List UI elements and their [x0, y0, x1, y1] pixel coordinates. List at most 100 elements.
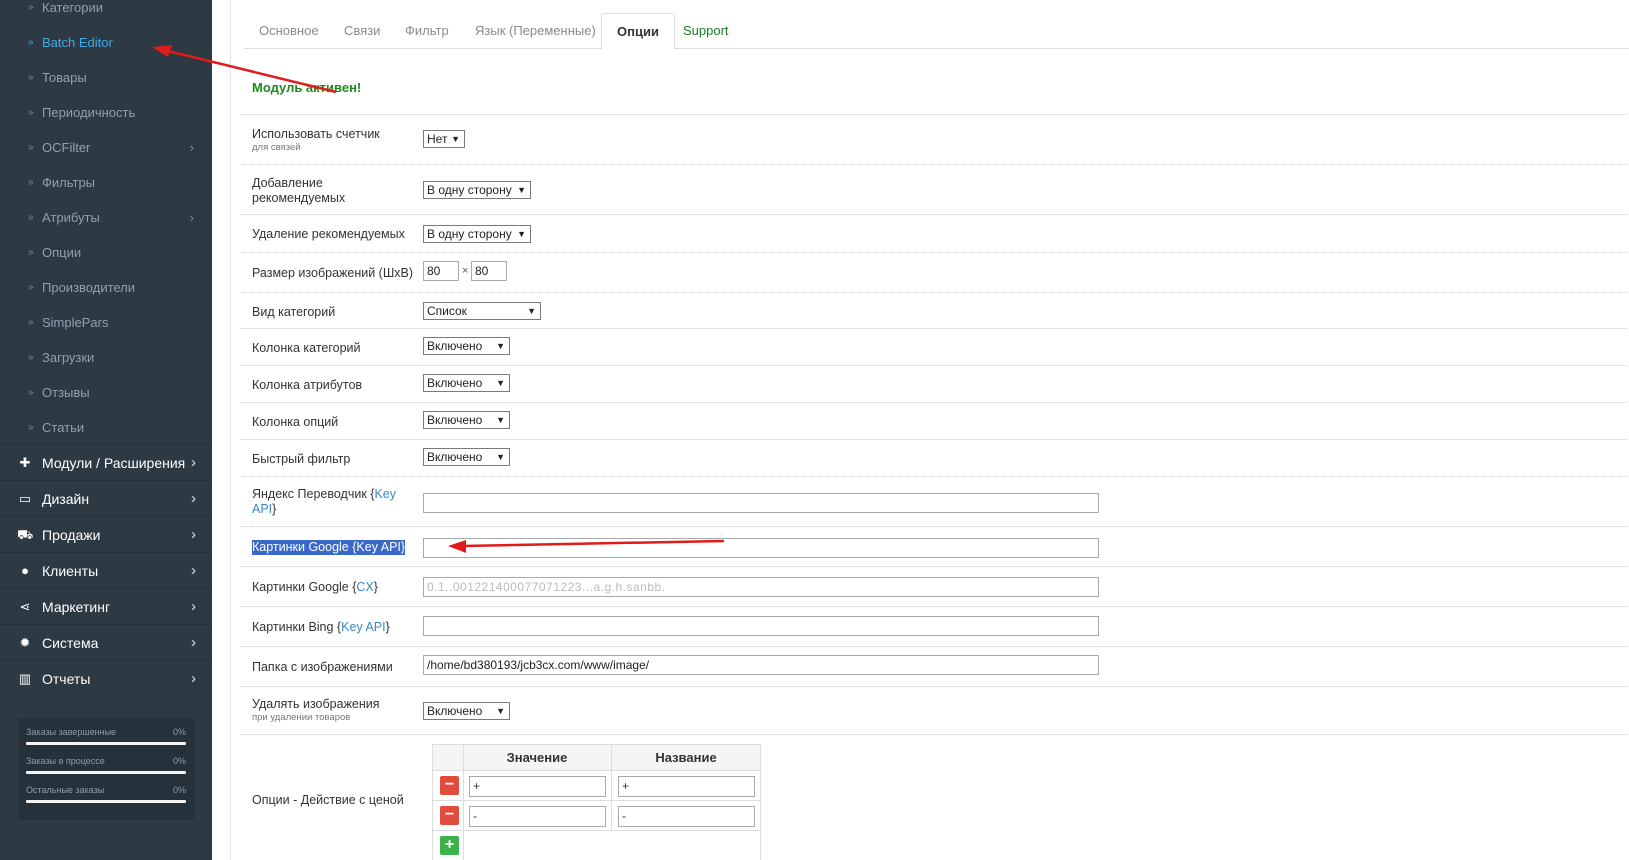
stat-value: 0%: [172, 785, 186, 795]
remove-recommended-select[interactable]: В одну сторону ▼: [423, 225, 531, 243]
row-bing-key: Картинки Bing {Key API}: [241, 606, 1629, 646]
category-column-label: Колонка категорий: [252, 341, 361, 355]
double-chevron-icon: »: [28, 387, 34, 398]
tab-language[interactable]: Язык (Переменные): [460, 13, 611, 49]
delete-images-select[interactable]: Включено ▼: [423, 702, 510, 720]
option-column-label: Колонка опций: [252, 415, 339, 429]
dropdown-arrow-icon: ▼: [527, 306, 536, 316]
sidebar-item[interactable]: ● Клиенты ›: [0, 552, 212, 588]
google-cx-link[interactable]: CX: [356, 580, 373, 594]
google-key-link[interactable]: Key API: [356, 540, 400, 554]
bing-key-link[interactable]: Key API: [341, 620, 385, 634]
tab-bar: Основное Связи Фильтр Язык (Переменные) …: [244, 13, 1629, 50]
sidebar-subitem[interactable]: » Опции: [0, 235, 212, 270]
tab-support[interactable]: Support: [668, 13, 744, 49]
sidebar-subitem-label: Фильтры: [42, 175, 96, 190]
sidebar-subitem-label: Производители: [42, 280, 136, 295]
remove-recommended-label: Удаление рекомендуемых: [252, 227, 405, 241]
sidebar-item[interactable]: ✚ Модули / Расширения ›: [0, 444, 212, 480]
sidebar-subitem[interactable]: » Фильтры: [0, 165, 212, 200]
yandex-key-input[interactable]: [423, 493, 1099, 513]
tab-filter[interactable]: Фильтр: [390, 13, 464, 49]
option-name-input[interactable]: +: [618, 776, 755, 797]
category-column-select[interactable]: Включено ▼: [423, 337, 510, 355]
sidebar-subitem[interactable]: » Товары: [0, 60, 212, 95]
sidebar-subitem[interactable]: » Загрузки: [0, 340, 212, 375]
row-category-view: Вид категорий Список ▼: [241, 292, 1629, 328]
row-google-cx: Картинки Google {CX} 0.1..00122140007707…: [241, 566, 1629, 606]
size-separator: ×: [462, 265, 469, 277]
option-column-select[interactable]: Включено ▼: [423, 411, 510, 429]
double-chevron-icon: »: [28, 72, 34, 83]
counter-select[interactable]: Нет ▼: [423, 130, 465, 148]
attribute-column-select[interactable]: Включено ▼: [423, 374, 510, 392]
table-row: +: [433, 831, 760, 860]
google-key-label: Картинки Google {Key API}: [252, 540, 406, 555]
monitor-icon: ▭: [18, 491, 32, 506]
bing-key-input[interactable]: [423, 616, 1099, 636]
sidebar-item[interactable]: ▥ Отчеты ›: [0, 660, 212, 696]
sidebar-item-label: Отчеты: [42, 671, 91, 687]
row-attribute-column: Колонка атрибутов Включено ▼: [241, 365, 1629, 402]
sidebar-subitem-label: Категории: [42, 0, 103, 15]
google-cx-label: Картинки Google {CX}: [252, 580, 378, 594]
row-add-recommended: Добавление рекомендуемых В одну сторону ▼: [241, 164, 1629, 214]
row-google-key: Картинки Google {Key API}: [241, 526, 1629, 566]
chevron-right-icon: ›: [189, 210, 194, 225]
option-value-input[interactable]: +: [469, 776, 606, 797]
dropdown-arrow-icon: ▼: [496, 378, 505, 388]
remove-row-button[interactable]: −: [440, 776, 459, 795]
quick-filter-select[interactable]: Включено ▼: [423, 448, 510, 466]
sidebar: » Категории » Batch Editor » Товары » Периодичн…: [0, 0, 212, 860]
sidebar-subitem[interactable]: » OCFilter ›: [0, 130, 212, 165]
sidebar-subitem-label: OCFilter: [42, 140, 91, 155]
row-category-column: Колонка категорий Включено ▼: [241, 328, 1629, 365]
image-folder-input[interactable]: /home/bd380193/jcb3cx.com/www/image/: [423, 655, 1099, 675]
double-chevron-icon: »: [28, 317, 34, 328]
sidebar-item[interactable]: ⋖ Маркетинг ›: [0, 588, 212, 624]
yandex-key-label: Яндекс Переводчик {Key API}: [252, 487, 396, 516]
google-cx-input[interactable]: 0.1..001221400077071223...a.g.h.sanbb.: [423, 577, 1099, 597]
remove-row-button[interactable]: −: [440, 806, 459, 825]
price-options-label: Опции - Действие с ценой: [252, 793, 404, 807]
sidebar-subitem[interactable]: » Статьи: [0, 410, 212, 445]
category-view-select[interactable]: Список ▼: [423, 302, 541, 320]
sidebar-subitem[interactable]: » Отзывы: [0, 375, 212, 410]
sidebar-subitem[interactable]: » Batch Editor: [0, 25, 212, 60]
sidebar-subitem[interactable]: » SimplePars: [0, 305, 212, 340]
table-header: Значение Название: [433, 745, 760, 771]
sidebar-subitem[interactable]: » Периодичность: [0, 95, 212, 130]
sidebar-subitem[interactable]: » Атрибуты ›: [0, 200, 212, 235]
chevron-right-icon: ›: [189, 140, 194, 155]
tab-options[interactable]: Опции: [601, 13, 675, 50]
sidebar-subitem-label: Атрибуты: [42, 210, 100, 225]
chevron-right-icon: ›: [191, 634, 196, 651]
stat-progress-bar: [26, 800, 186, 803]
double-chevron-icon: »: [28, 142, 34, 153]
tab-links[interactable]: Связи: [329, 13, 395, 49]
sidebar-item[interactable]: ▭ Дизайн ›: [0, 480, 212, 516]
image-height-input[interactable]: 80: [471, 261, 507, 281]
double-chevron-icon: »: [28, 282, 34, 293]
col-name-header: Название: [655, 750, 717, 765]
option-value-input[interactable]: -: [469, 806, 606, 827]
image-folder-label: Папка с изображениями: [252, 660, 393, 674]
sidebar-subitem-label: Опции: [42, 245, 82, 260]
option-name-input[interactable]: -: [618, 806, 755, 827]
row-delete-images: Удалять изображения при удалении товаров…: [241, 686, 1629, 734]
sidebar-subitem-label: Статьи: [42, 420, 85, 435]
module-status: Модуль активен!: [252, 80, 362, 95]
double-chevron-icon: »: [28, 247, 34, 258]
image-width-input[interactable]: 80: [423, 261, 459, 281]
row-yandex-key: Яндекс Переводчик {Key API}: [241, 476, 1629, 526]
add-recommended-select[interactable]: В одну сторону ▼: [423, 181, 531, 199]
sidebar-item[interactable]: ⛟ Продажи ›: [0, 516, 212, 552]
sidebar-subitem-label: Отзывы: [42, 385, 90, 400]
add-row-button[interactable]: +: [440, 836, 459, 855]
sidebar-subitem[interactable]: » Производители: [0, 270, 212, 305]
sidebar-item[interactable]: ✹ Система ›: [0, 624, 212, 660]
sidebar-subitem[interactable]: » Категории: [0, 0, 212, 25]
row-counter: Использовать счетчик для связей Нет ▼: [241, 114, 1629, 164]
tab-basic[interactable]: Основное: [244, 13, 334, 49]
google-key-input[interactable]: [423, 538, 1099, 558]
